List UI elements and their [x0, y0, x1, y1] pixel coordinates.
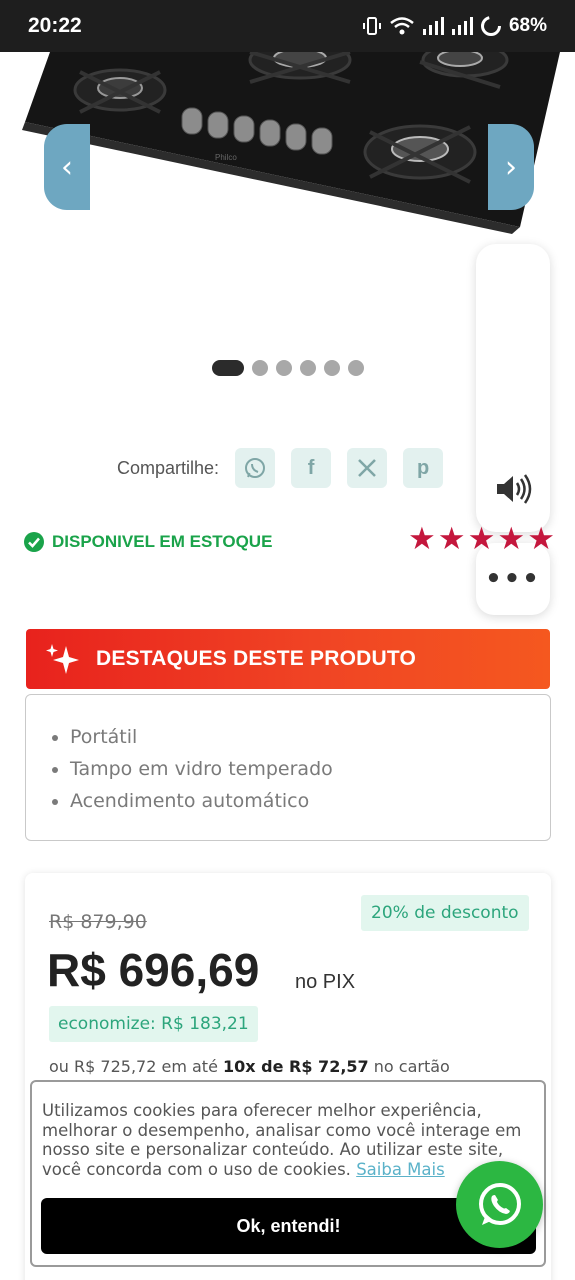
share-label: Compartilhe: — [117, 457, 220, 478]
installments-value: 10x de R$ 72,57 — [223, 1057, 369, 1076]
list-item: Portátil — [52, 721, 550, 753]
installments-prefix: ou R$ 725,72 em até — [49, 1057, 218, 1076]
chevron-right-icon: › — [505, 149, 517, 185]
star-icon: ★ — [497, 521, 526, 557]
carousel-indicators — [212, 360, 364, 376]
status-time: 20:22 — [28, 14, 82, 37]
floating-panel — [476, 244, 550, 532]
carousel-next-button[interactable]: › — [488, 124, 534, 210]
carousel-dot[interactable] — [300, 360, 316, 376]
discount-badge: 20% de desconto — [361, 895, 529, 931]
check-circle-icon — [24, 532, 44, 552]
pix-price: R$ 696,69 — [47, 944, 260, 996]
cookie-message: Utilizamos cookies para oferecer melhor … — [42, 1101, 522, 1179]
list-item: Tampo em vidro temperado — [52, 753, 550, 785]
highlights-header: DESTAQUES DESTE PRODUTO — [26, 629, 550, 689]
carousel-dot[interactable] — [212, 360, 244, 376]
star-icon: ★ — [408, 521, 436, 557]
product-image[interactable]: Philco ‹ › — [0, 52, 575, 242]
installments-suffix: no cartão — [373, 1057, 450, 1076]
x-share-button[interactable] — [347, 448, 388, 488]
old-price: R$ 879,90 — [49, 911, 147, 933]
whatsapp-icon — [245, 458, 266, 478]
carousel-dot[interactable] — [276, 360, 292, 376]
list-item: Acendimento automático — [52, 785, 550, 817]
share-row: Compartilhe: f p — [117, 448, 444, 488]
cookie-learn-more-link[interactable]: Saiba Mais — [356, 1160, 445, 1179]
sparkle-icon — [46, 644, 79, 674]
whatsapp-chat-button[interactable] — [456, 1161, 543, 1248]
star-icon: ★ — [467, 521, 496, 557]
vibrate-icon — [362, 16, 382, 36]
savings-badge: economize: R$ 183,21 — [49, 1006, 258, 1042]
carousel-dot[interactable] — [348, 360, 364, 376]
facebook-share-button[interactable]: f — [291, 448, 332, 488]
carousel-prev-button[interactable]: ‹ — [44, 124, 90, 210]
battery-percentage: 68% — [508, 15, 547, 36]
more-dots-icon: ••• — [485, 564, 541, 594]
facebook-icon: f — [307, 456, 315, 479]
x-icon — [358, 459, 376, 477]
pinterest-share-button[interactable]: p — [403, 448, 444, 488]
carousel-dot[interactable] — [324, 360, 340, 376]
installments-text: ou R$ 725,72 em até 10x de R$ 72,57 no c… — [49, 1057, 450, 1076]
rating-stars[interactable]: ★ ★ ★ ★ ★ — [408, 524, 555, 555]
star-icon: ★ — [437, 521, 466, 557]
pix-label: no PIX — [295, 971, 356, 993]
whatsapp-icon — [478, 1182, 521, 1225]
cookie-text: Utilizamos cookies para oferecer melhor … — [42, 1101, 534, 1179]
star-icon: ★ — [527, 521, 555, 557]
pinterest-icon: p — [416, 456, 430, 479]
status-bar: 20:22 68% — [0, 0, 575, 52]
speaker-icon[interactable] — [494, 472, 532, 510]
stock-label: DISPONIVEL EM ESTOQUE — [52, 532, 273, 551]
signal-icon — [422, 16, 444, 36]
chevron-left-icon: ‹ — [61, 149, 73, 185]
wifi-icon — [389, 16, 415, 36]
highlights-title: DESTAQUES DESTE PRODUTO — [96, 647, 417, 670]
whatsapp-share-button[interactable] — [235, 448, 276, 488]
signal-icon — [451, 16, 473, 36]
carousel-dot[interactable] — [252, 360, 268, 376]
svg-text:Philco: Philco — [215, 153, 237, 162]
stock-status: DISPONIVEL EM ESTOQUE — [24, 532, 272, 552]
battery-icon — [480, 15, 502, 37]
product-page: 20:22 68% Philco ‹ › ••• Compartilhe: f … — [0, 0, 575, 1280]
status-icons: 68% — [362, 15, 547, 37]
highlights-list: Portátil Tampo em vidro temperado Acendi… — [25, 694, 551, 841]
